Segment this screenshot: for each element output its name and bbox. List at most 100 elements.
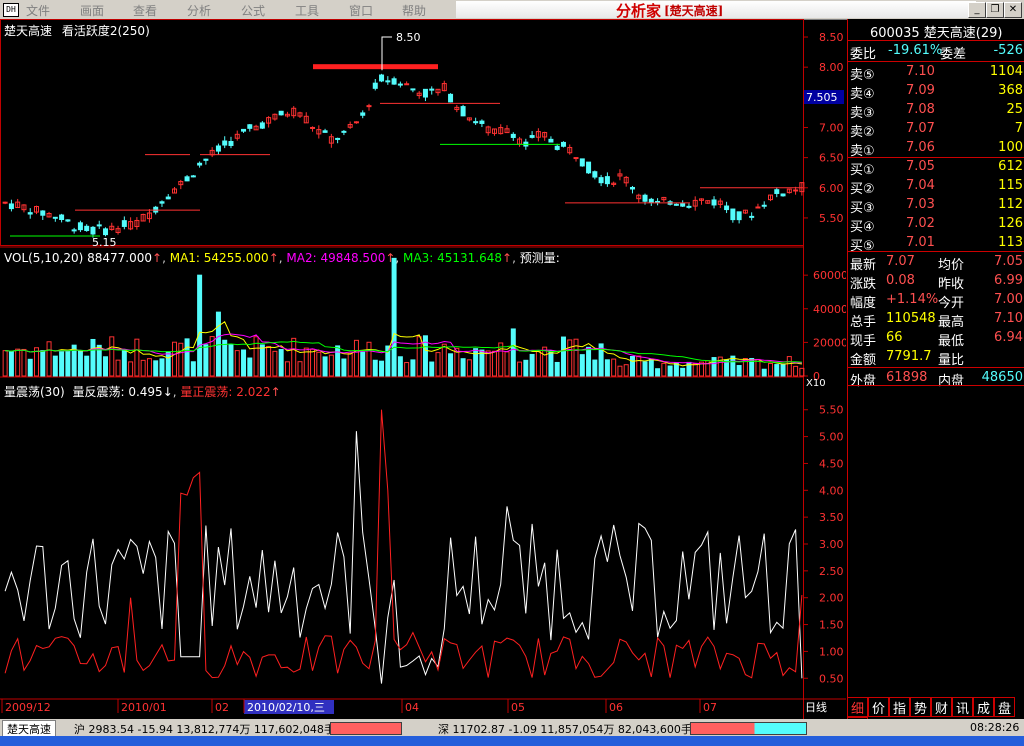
quote-tab-1[interactable]: 价	[868, 697, 889, 717]
volume-bar	[579, 354, 585, 377]
candle	[59, 214, 65, 221]
quote-tab-4[interactable]: 财	[931, 697, 952, 717]
vol-ma1: MA1: 54255.000	[169, 251, 269, 265]
candle	[247, 124, 253, 129]
stat-value: 7.05	[994, 254, 1023, 269]
vol-label: VOL(5,10,20)	[4, 251, 84, 265]
volume-bar	[21, 348, 27, 377]
divider	[848, 385, 1024, 386]
sell-price: 7.06	[906, 140, 935, 155]
volume-bar	[761, 368, 767, 377]
osc-tick-label: 1.00	[819, 645, 844, 658]
restore-icon[interactable]: ❐	[986, 2, 1004, 18]
volume-bar	[586, 346, 592, 377]
candle	[77, 222, 83, 231]
volume-bar	[680, 367, 686, 377]
volume-bar	[284, 361, 290, 377]
menu-bar: DH 文件 画面 查看 分析 公式 工具 窗口 帮助 分析家 [楚天高速] _ …	[0, 0, 1024, 20]
volume-bar	[8, 351, 14, 377]
volume-bar	[341, 358, 347, 377]
osc-tick-label: 1.50	[819, 619, 844, 632]
sell-price: 7.09	[906, 83, 935, 98]
menu-file[interactable]: 文件	[26, 2, 50, 19]
sell-row: 卖③ 7.08 25	[848, 101, 1024, 121]
buy-row: 买② 7.04 115	[848, 177, 1024, 197]
menu-formula[interactable]: 公式	[241, 2, 265, 19]
volume-bar	[485, 350, 491, 377]
price-tick-label: 6.50	[819, 152, 844, 165]
quote-header: 600035 楚天高速(29)	[848, 21, 1024, 41]
volume-bar	[410, 359, 416, 377]
osc-neg-label: 量反震荡: 0.495	[72, 385, 163, 399]
status-bar: 楚天高速 沪 2983.54 -15.94 13,812,774万 117,60…	[0, 719, 1024, 738]
quote-tab-2[interactable]: 指	[889, 697, 910, 717]
volume-bar	[222, 339, 228, 377]
osc-tick-label: 0.50	[819, 672, 844, 685]
menu-view[interactable]: 查看	[133, 2, 157, 19]
sell-row: 卖④ 7.09 368	[848, 82, 1024, 102]
stock-name: 楚天高速	[4, 24, 53, 38]
menu-screen[interactable]: 画面	[80, 2, 104, 19]
clock: 08:28:26	[970, 721, 1020, 734]
quote-tab-7[interactable]: 盘	[994, 697, 1015, 717]
volume-bar	[435, 352, 441, 377]
candle	[586, 161, 592, 174]
date-label: 04	[405, 701, 419, 714]
quote-tabs: 细价指势财讯成盘评	[847, 697, 1024, 737]
sell-price: 7.08	[906, 102, 935, 117]
chart-svg[interactable]: 8.508.007.507.006.506.005.507.5058.505.1…	[0, 19, 846, 721]
volume-bar	[730, 355, 736, 377]
volume-bar	[623, 364, 629, 377]
candle	[103, 228, 109, 236]
vol-tick-label: 60000	[813, 269, 846, 282]
candle	[755, 206, 761, 209]
candle	[460, 106, 466, 117]
buy-row: 买③ 7.03 112	[848, 196, 1024, 216]
volume-bar	[498, 342, 504, 377]
volume-bar	[90, 338, 96, 377]
low-marker-label: 5.15	[92, 236, 117, 249]
volume-bar	[266, 345, 272, 377]
menu-help[interactable]: 帮助	[402, 2, 426, 19]
chart-area[interactable]: 8.508.007.507.006.506.005.507.5058.505.1…	[0, 19, 846, 721]
candle	[335, 137, 341, 140]
quote-tab-3[interactable]: 势	[910, 697, 931, 717]
volume-bar	[460, 358, 466, 377]
quote-panel: 600035 楚天高速(29) 委比 -19.61% 委差 -526 卖⑤ 7.10 1104…	[847, 19, 1024, 721]
volume-bar	[316, 351, 322, 377]
volume-bar	[517, 361, 523, 377]
candle	[159, 201, 165, 204]
quote-tab-5[interactable]: 讯	[952, 697, 973, 717]
candle	[404, 83, 410, 86]
stat-label: 涨跌	[850, 277, 877, 292]
candle	[385, 80, 391, 83]
volume-bar	[793, 365, 799, 377]
candle	[215, 145, 221, 152]
volume-bar	[353, 339, 359, 377]
volume-bar	[473, 348, 479, 377]
candle	[711, 199, 717, 206]
close-icon[interactable]: ✕	[1004, 2, 1022, 18]
stat-value: 7.07	[886, 254, 915, 269]
candle	[774, 189, 780, 194]
volume-bar	[479, 349, 485, 377]
menu-tools[interactable]: 工具	[295, 2, 319, 19]
volume-bar	[165, 351, 171, 377]
sell-row: 卖① 7.06 100	[848, 139, 1024, 159]
menu-window[interactable]: 窗口	[349, 2, 373, 19]
volume-bar	[560, 336, 566, 377]
volume-bar	[84, 355, 90, 377]
candle	[222, 140, 228, 146]
volume-bar	[59, 351, 65, 377]
minimize-icon[interactable]: _	[968, 2, 986, 18]
quote-tab-0[interactable]: 细	[847, 697, 868, 717]
volume-bar	[278, 349, 284, 377]
buy-row: 买① 7.05 612	[848, 158, 1024, 178]
price-frame	[0, 19, 804, 246]
quote-tab-6[interactable]: 成	[973, 697, 994, 717]
stat-label: 最高	[938, 315, 965, 330]
menu-analysis[interactable]: 分析	[187, 2, 211, 19]
volume-bar	[241, 349, 247, 377]
volume-bar	[184, 338, 190, 377]
osc-label: 量震荡(30)	[4, 385, 65, 399]
